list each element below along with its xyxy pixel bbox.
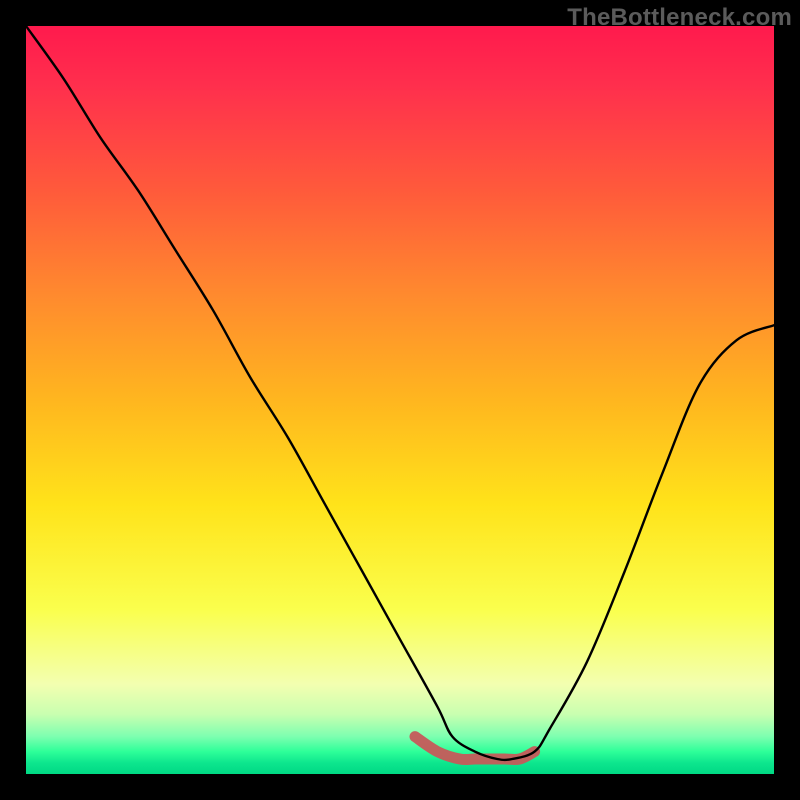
chart-frame: TheBottleneck.com: [0, 0, 800, 800]
watermark-text: TheBottleneck.com: [567, 4, 792, 32]
bottleneck-curve: [26, 26, 774, 760]
optimal-band-curve: [415, 737, 535, 760]
curve-layer: [26, 26, 774, 774]
plot-area: [26, 26, 774, 774]
